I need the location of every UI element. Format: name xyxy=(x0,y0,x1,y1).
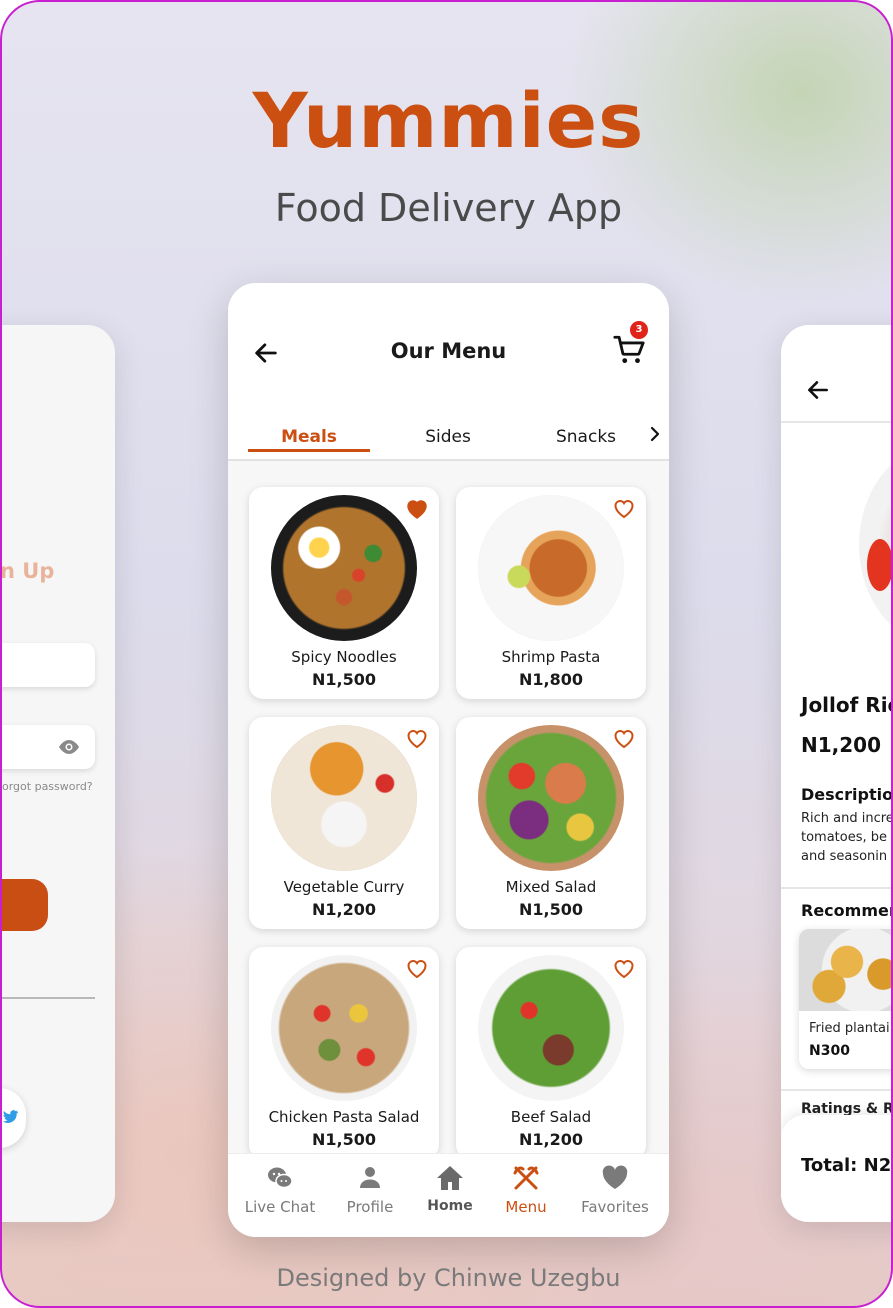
signup-heading: n Up xyxy=(0,559,55,583)
fork-knife-icon xyxy=(513,1166,539,1190)
dish-image xyxy=(478,955,624,1101)
tab-snacks[interactable]: Snacks xyxy=(538,427,634,447)
twitter-login-button[interactable] xyxy=(2,1088,26,1148)
item-name: Beef Salad xyxy=(510,1108,592,1126)
eye-icon[interactable] xyxy=(57,735,81,759)
person-icon xyxy=(360,1167,380,1188)
brand-subtitle: Food Delivery App xyxy=(274,186,623,230)
dish-image xyxy=(271,725,417,871)
recommended-item-name: Fried plantai xyxy=(809,1021,890,1036)
home-icon xyxy=(437,1166,463,1190)
nav-label: Live Chat xyxy=(244,1198,316,1216)
divider xyxy=(781,1089,891,1091)
menu-item-card[interactable]: Chicken Pasta Salad N1,500 xyxy=(249,947,439,1159)
item-name: Chicken Pasta Salad xyxy=(268,1108,420,1126)
nav-home[interactable]: Home xyxy=(406,1154,494,1237)
nav-label: Menu xyxy=(505,1198,547,1216)
menu-header: Our Menu 3 Meals Sides Snacks xyxy=(228,283,669,461)
forgot-password-link[interactable]: orgot password? xyxy=(2,780,93,793)
nav-label: Home xyxy=(427,1198,473,1214)
email-field[interactable] xyxy=(2,643,95,687)
tab-sides[interactable]: Sides xyxy=(398,427,498,447)
divider xyxy=(781,887,891,889)
heart-outline-icon[interactable] xyxy=(405,957,429,979)
item-price: N1,800 xyxy=(519,670,583,689)
recommended-heading: Recommen xyxy=(801,901,893,920)
heart-icon xyxy=(602,1165,628,1189)
dish-image xyxy=(478,725,624,871)
active-tab-indicator xyxy=(248,449,370,452)
nav-label: Profile xyxy=(346,1198,394,1216)
menu-item-card[interactable]: Spicy Noodles N1,500 xyxy=(249,487,439,699)
tab-meals[interactable]: Meals xyxy=(248,427,370,447)
dish-image xyxy=(271,495,417,641)
menu-item-card[interactable]: Vegetable Curry N1,200 xyxy=(249,717,439,929)
nav-live-chat[interactable]: Live Chat xyxy=(236,1154,324,1237)
chevron-right-icon[interactable] xyxy=(648,425,662,443)
recommended-item-card[interactable]: Fried plantai N300 xyxy=(799,929,891,1069)
nav-label: Favorites xyxy=(581,1198,649,1216)
menu-item-card[interactable]: Shrimp Pasta N1,800 xyxy=(456,487,646,699)
recommended-item-image xyxy=(799,929,891,1011)
nav-profile[interactable]: Profile xyxy=(326,1154,414,1237)
item-price: N1,200 xyxy=(519,1130,583,1149)
heart-outline-icon[interactable] xyxy=(405,727,429,749)
twitter-icon xyxy=(2,1110,19,1123)
item-name: Spicy Noodles xyxy=(291,648,397,666)
header-divider xyxy=(781,421,891,423)
designer-credit: Designed by Chinwe Uzegbu xyxy=(276,1264,621,1292)
description-line: Rich and incre xyxy=(801,811,893,826)
total-amount: Total: N2, xyxy=(801,1155,893,1176)
menu-item-card[interactable]: Mixed Salad N1,500 xyxy=(456,717,646,929)
menu-screen: Our Menu 3 Meals Sides Snacks Spicy Nood… xyxy=(228,283,669,1237)
signup-screen-preview: n Up orgot password? xyxy=(0,325,115,1222)
page-title: Our Menu xyxy=(390,339,507,363)
back-arrow-icon[interactable] xyxy=(805,377,831,403)
heart-filled-icon[interactable] xyxy=(405,497,429,519)
description-line: tomatoes, be xyxy=(801,830,888,845)
nav-menu[interactable]: Menu xyxy=(482,1154,570,1237)
item-name: Shrimp Pasta xyxy=(501,648,601,666)
item-price: N1,500 xyxy=(519,900,583,919)
password-field[interactable] xyxy=(2,725,95,769)
description-line: and seasonin xyxy=(801,849,888,864)
tomato-garnish xyxy=(867,539,891,591)
dish-image xyxy=(271,955,417,1101)
nav-favorites[interactable]: Favorites xyxy=(571,1154,659,1237)
dish-title: Jollof Ric xyxy=(801,693,893,717)
heart-outline-icon[interactable] xyxy=(612,497,636,519)
item-name: Mixed Salad xyxy=(505,878,597,896)
item-name: Vegetable Curry xyxy=(283,878,405,896)
bottom-navigation: Live Chat Profile Home Menu Favorites xyxy=(228,1153,669,1237)
dish-image xyxy=(478,495,624,641)
dish-detail-screen-preview: Jollof Ric N1,200 Description Rich and i… xyxy=(781,325,893,1222)
cart-count-badge: 3 xyxy=(630,321,648,339)
item-price: N1,500 xyxy=(312,670,376,689)
item-price: N1,500 xyxy=(312,1130,376,1149)
brand-title: Yummies xyxy=(252,76,645,165)
showcase-frame: Yummies Food Delivery App n Up orgot pas… xyxy=(0,0,893,1308)
divider xyxy=(2,997,95,999)
dish-price: N1,200 xyxy=(801,733,881,757)
total-bar: Total: N2, xyxy=(781,1115,893,1222)
heart-outline-icon[interactable] xyxy=(612,957,636,979)
signup-button[interactable] xyxy=(2,879,48,931)
description-text: Rich and incre tomatoes, be and seasonin xyxy=(801,809,893,866)
menu-item-card[interactable]: Beef Salad N1,200 xyxy=(456,947,646,1159)
recommended-item-price: N300 xyxy=(809,1043,850,1059)
description-heading: Description xyxy=(801,785,893,804)
chat-icon xyxy=(268,1167,293,1189)
heart-outline-icon[interactable] xyxy=(612,727,636,749)
item-price: N1,200 xyxy=(312,900,376,919)
